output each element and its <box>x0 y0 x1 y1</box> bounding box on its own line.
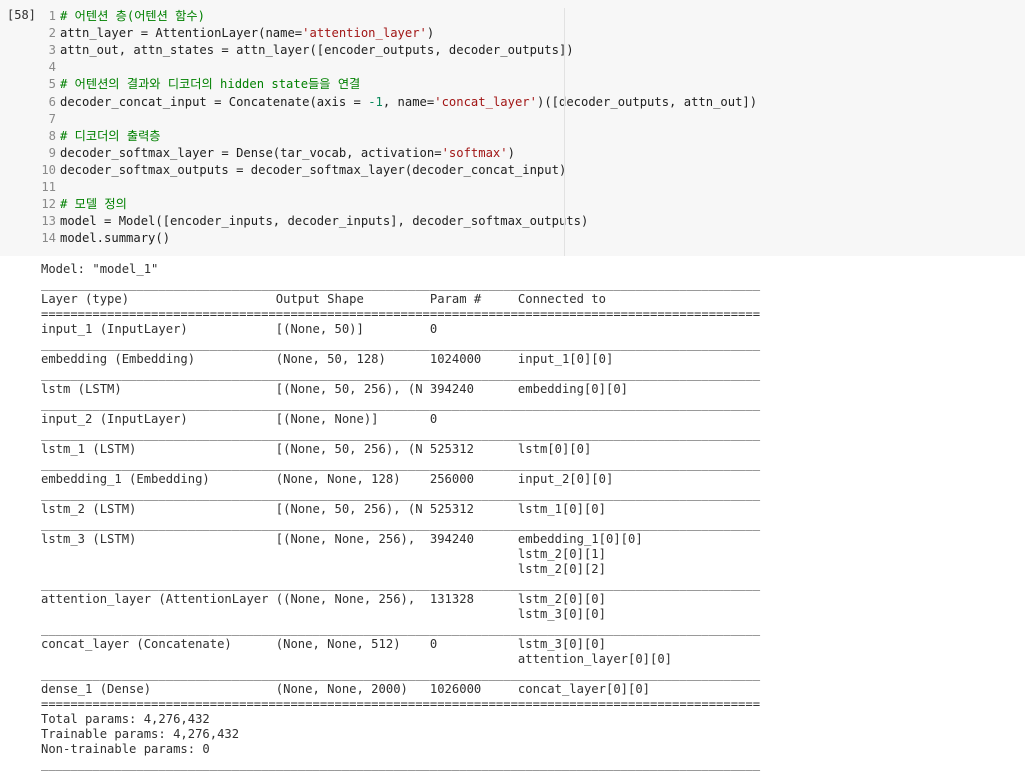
code-text: # 어텐션 층(어텐션 함수) <box>60 8 205 25</box>
output-line: ________________________________________… <box>41 457 761 471</box>
output-line: Model: "model_1" <box>41 262 159 276</box>
code-comment: # 어텐션의 결과와 디코더의 hidden state들을 연결 <box>60 77 361 92</box>
output-line: ========================================… <box>41 307 761 321</box>
output-line: lstm_2[0][2] <box>41 562 761 576</box>
output-line: Non-trainable params: 0 <box>41 742 210 756</box>
line-number: 7 <box>48 111 56 126</box>
output-line: ________________________________________… <box>41 757 761 771</box>
output-line: ________________________________________… <box>41 397 761 411</box>
code-string: 'softmax' <box>441 145 508 160</box>
line-number: 12 <box>41 197 56 212</box>
code-token: )([decoder_outputs, attn_out]) <box>536 94 758 109</box>
code-string: 'concat_layer' <box>434 94 537 109</box>
code-number: -1 <box>368 94 383 109</box>
output-line: embedding_1 (Embedding) (None, None, 128… <box>41 472 761 486</box>
output-line: dense_1 (Dense) (None, None, 2000) 10260… <box>41 682 761 696</box>
code-text: model.summary() <box>60 230 170 247</box>
code-token: model = Model([encoder_inputs, decoder_i… <box>60 214 589 229</box>
code-comment: # 어텐션 층(어텐션 함수) <box>60 9 205 23</box>
output-line: ========================================… <box>41 697 761 711</box>
code-text: decoder_softmax_layer = Dense(tar_vocab,… <box>60 145 515 162</box>
code-token: ) <box>507 145 515 160</box>
output-line: ________________________________________… <box>41 577 761 591</box>
line-number: 14 <box>41 231 56 246</box>
output-line: ________________________________________… <box>41 337 761 351</box>
output-line: lstm_1 (LSTM) [(None, 50, 256), (N 52531… <box>41 442 761 456</box>
output-line: lstm_2[0][1] <box>41 547 761 561</box>
code-comment: # 모델 정의 <box>60 197 127 212</box>
output-line: attention_layer[0][0] <box>41 652 761 666</box>
code-text: attn_layer = AttentionLayer(name='attent… <box>60 25 434 42</box>
code-text: # 모델 정의 <box>60 196 127 213</box>
code-string: 'attention_layer' <box>302 26 427 41</box>
line-number: 5 <box>48 77 56 92</box>
output-line: lstm (LSTM) [(None, 50, 256), (N 394240 … <box>41 382 761 396</box>
code-token: decoder_softmax_layer = Dense(tar_vocab,… <box>60 145 442 160</box>
output-line: input_2 (InputLayer) [(None, None)] 0 <box>41 412 761 426</box>
output-line: ________________________________________… <box>41 517 761 531</box>
output-line: attention_layer (AttentionLayer ((None, … <box>41 592 761 606</box>
code-text: # 디코더의 출력층 <box>60 128 161 145</box>
output-line: lstm_3[0][0] <box>41 607 761 621</box>
output-line: ________________________________________… <box>41 667 761 681</box>
code-text: model = Model([encoder_inputs, decoder_i… <box>60 213 588 230</box>
code-token: decoder_softmax_outputs = decoder_softma… <box>60 162 567 177</box>
code-token: , name= <box>382 94 435 109</box>
output-line: lstm_2 (LSTM) [(None, 50, 256), (N 52531… <box>41 502 761 516</box>
line-number: 11 <box>41 180 56 194</box>
output-line: embedding (Embedding) (None, 50, 128) 10… <box>41 352 761 366</box>
code-token: attn_layer = AttentionLayer(name= <box>60 26 303 41</box>
output-line: ________________________________________… <box>41 367 761 381</box>
output-line: lstm_3 (LSTM) [(None, None, 256), 394240… <box>41 532 761 546</box>
code-cell[interactable]: [58] 1 # 어텐션 층(어텐션 함수) 2 attn_layer = Atten… <box>0 0 1025 256</box>
code-token: model.summary() <box>60 231 171 246</box>
output-line: Trainable params: 4,276,432 <box>41 727 240 741</box>
cell-output: Model: "model_1" ________________________… <box>41 262 760 772</box>
output-line: Layer (type) Output Shape Param # Connec… <box>41 292 761 306</box>
code-text: decoder_softmax_outputs = decoder_softma… <box>60 162 566 179</box>
line-number: 10 <box>41 162 56 177</box>
output-line: ________________________________________… <box>41 427 761 441</box>
code-text: attn_out, attn_states = attn_layer([enco… <box>60 42 574 59</box>
line-number: 1 <box>48 9 56 23</box>
output-line: input_1 (InputLayer) [(None, 50)] 0 <box>41 322 761 336</box>
output-line: ________________________________________… <box>41 277 761 291</box>
line-number: 9 <box>48 145 56 160</box>
output-line: Total params: 4,276,432 <box>41 712 210 726</box>
line-number: 6 <box>48 94 56 109</box>
code-text: # 어텐션의 결과와 디코더의 hidden state들을 연결 <box>60 76 360 93</box>
execution-count: [58] <box>7 8 36 22</box>
code-comment: # 디코더의 출력층 <box>60 128 161 143</box>
line-number: 3 <box>48 43 56 58</box>
line-number: 8 <box>48 128 56 143</box>
editor-ruler <box>564 8 565 256</box>
output-line: concat_layer (Concatenate) (None, None, … <box>41 637 761 651</box>
output-line: ________________________________________… <box>41 622 761 636</box>
line-number: 2 <box>48 26 56 41</box>
code-text: decoder_concat_input = Concatenate(axis … <box>60 94 757 111</box>
line-number: 4 <box>48 60 56 75</box>
code-token: decoder_concat_input = Concatenate(axis … <box>60 94 369 109</box>
line-number: 13 <box>41 214 56 229</box>
code-token: ) <box>426 26 435 41</box>
code-token: attn_out, attn_states = attn_layer([enco… <box>60 43 574 58</box>
output-line: ________________________________________… <box>41 487 761 501</box>
